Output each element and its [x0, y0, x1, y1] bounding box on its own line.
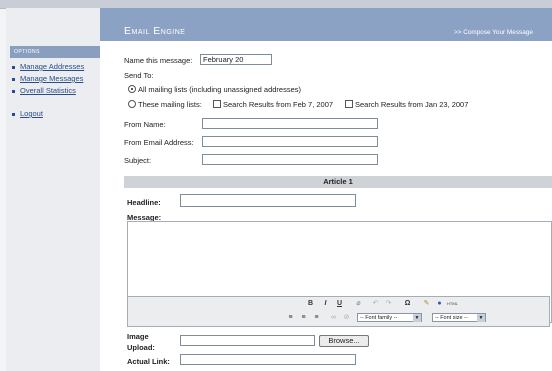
html-icon[interactable]: HTML [447, 300, 458, 308]
bullet-icon [12, 89, 15, 93]
send-to-label: Send To: [124, 71, 154, 80]
image-upload-label-line2: Upload: [127, 343, 155, 352]
app-frame: OPTIONS Manage Addresses Manage Messages… [0, 0, 552, 371]
font-size-value: -- Font size -- [435, 315, 468, 321]
bullet-icon [12, 77, 15, 81]
chevron-down-icon: ▼ [413, 314, 421, 322]
compose-message-link[interactable]: >> Compose Your Message [454, 29, 533, 36]
list-feb-7-checkbox[interactable] [213, 100, 221, 108]
actual-link-label: Actual Link: [127, 357, 170, 366]
from-email-label: From Email Address: [124, 138, 194, 147]
font-family-value: -- Font family -- [360, 315, 398, 321]
all-lists-radio[interactable] [128, 85, 136, 93]
header: Email Engine >> Compose Your Message [100, 8, 552, 41]
app-title: Email Engine [124, 25, 186, 37]
these-lists-radio[interactable] [128, 100, 136, 108]
options-label: OPTIONS [10, 46, 100, 58]
sidebar-item-manage-messages[interactable]: Manage Messages [12, 74, 83, 83]
image-upload-input[interactable] [180, 335, 315, 346]
browse-button[interactable]: Browse... [319, 335, 369, 347]
bullet-icon [12, 65, 15, 69]
align-left-icon[interactable]: ≡ [286, 314, 295, 322]
from-email-input[interactable] [202, 136, 378, 147]
sidebar-item-label: Manage Messages [20, 74, 84, 83]
headline-input[interactable] [180, 194, 356, 207]
sidebar-item-manage-addresses[interactable]: Manage Addresses [12, 62, 84, 71]
help-icon[interactable]: ● [435, 300, 444, 308]
all-lists-label: All mailing lists (including unassigned … [138, 85, 301, 94]
bold-button[interactable]: B [306, 300, 315, 308]
actual-link-input[interactable] [180, 354, 356, 365]
special-character-button[interactable]: Ω [403, 300, 412, 308]
undo-icon[interactable]: ↶ [371, 300, 380, 308]
italic-button[interactable]: I [321, 300, 330, 308]
align-right-icon[interactable]: ≡ [312, 314, 321, 322]
article-header: Article 1 [124, 176, 552, 188]
unlink-icon[interactable]: ⊘ [342, 314, 351, 322]
sidebar-item-overall-statistics[interactable]: Overall Statistics [12, 86, 76, 95]
subject-input[interactable] [202, 154, 378, 165]
these-lists-label: These mailing lists: [138, 100, 202, 109]
editor-toolbar: B I U ⌀ ↶ ↷ Ω ✎ ● HTML ≡ ≡ ≡ ∞ ⊘ -- Font… [127, 296, 550, 327]
from-name-input[interactable] [202, 118, 378, 129]
headline-label: Headline: [127, 198, 161, 207]
eraser-icon[interactable]: ⌀ [354, 300, 363, 308]
cleanup-icon[interactable]: ✎ [422, 300, 431, 308]
compose-form: Name this message: February 20 Send To: … [100, 41, 552, 371]
name-message-label: Name this message: [124, 56, 193, 65]
list-feb-7-label: Search Results from Feb 7, 2007 [223, 100, 334, 109]
list-jan-23-checkbox[interactable] [345, 100, 353, 108]
message-name-input[interactable]: February 20 [200, 54, 272, 65]
from-name-label: From Name: [124, 120, 166, 129]
chevron-down-icon: ▼ [477, 314, 485, 322]
sidebar-item-label: Logout [20, 109, 43, 118]
align-center-icon[interactable]: ≡ [299, 314, 308, 322]
bullet-icon [12, 112, 15, 116]
sidebar-item-logout[interactable]: Logout [12, 109, 43, 118]
redo-icon[interactable]: ↷ [384, 300, 393, 308]
subject-label: Subject: [124, 156, 152, 165]
font-family-select[interactable]: -- Font family -- ▼ [357, 313, 422, 322]
underline-button[interactable]: U [335, 300, 344, 308]
image-upload-label-line1: Image [127, 332, 149, 341]
sidebar: OPTIONS Manage Addresses Manage Messages… [6, 8, 101, 371]
link-icon[interactable]: ∞ [329, 314, 338, 322]
font-size-select[interactable]: -- Font size -- ▼ [432, 313, 486, 322]
sidebar-item-label: Manage Addresses [20, 62, 85, 71]
list-jan-23-label: Search Results from Jan 23, 2007 [355, 100, 469, 109]
sidebar-item-label: Overall Statistics [20, 86, 76, 95]
